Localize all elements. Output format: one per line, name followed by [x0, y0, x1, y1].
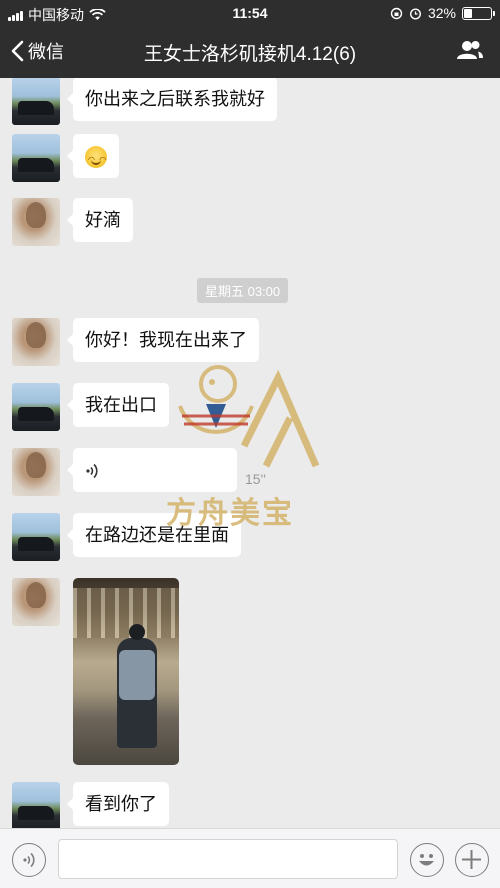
- avatar[interactable]: [12, 318, 60, 366]
- emoji-icon: [419, 854, 434, 866]
- message-row: 你好！我现在出来了: [12, 318, 259, 366]
- group-members-icon: [457, 41, 483, 59]
- message-bubble[interactable]: 好滴: [67, 198, 133, 242]
- smiley-emoji-icon: [85, 146, 107, 172]
- message-row: 你出来之后联系我就好: [12, 78, 277, 125]
- battery-percent: 32%: [427, 5, 456, 21]
- avatar[interactable]: [12, 448, 60, 496]
- avatar[interactable]: [12, 578, 60, 626]
- more-button[interactable]: [455, 843, 489, 877]
- chat-area[interactable]: 你出来之后联系我就好 好滴 星期五 03:00 你好！我现在出来了 我在出口 1…: [0, 78, 500, 828]
- message-row: 好滴: [12, 198, 133, 246]
- message-row: 看到你了: [12, 782, 169, 828]
- alarm-icon: [409, 7, 421, 20]
- emoji-button[interactable]: [410, 843, 444, 877]
- message-row: [12, 448, 237, 496]
- message-bubble[interactable]: 你出来之后联系我就好: [67, 78, 277, 121]
- avatar[interactable]: [12, 513, 60, 561]
- voice-mode-button[interactable]: [12, 843, 46, 877]
- image-message[interactable]: [73, 578, 179, 765]
- voice-wave-icon: [23, 852, 35, 868]
- avatar[interactable]: [12, 78, 60, 125]
- message-bubble[interactable]: 看到你了: [67, 782, 169, 826]
- orientation-lock-icon: [390, 7, 403, 19]
- time-divider: 星期五 03:00: [197, 278, 289, 303]
- nav-bar: 微信 王女士洛杉矶接机4.12(6): [0, 26, 500, 78]
- voice-duration: 15'': [245, 471, 266, 487]
- message-row: [12, 134, 119, 182]
- voice-wave-icon: [86, 464, 98, 479]
- message-row: 在路边还是在里面: [12, 513, 241, 561]
- watermark-logo: 方舟美宝: [166, 356, 326, 536]
- message-input[interactable]: [58, 839, 398, 879]
- voice-message-bubble[interactable]: [67, 448, 237, 492]
- avatar[interactable]: [12, 782, 60, 828]
- message-bubble[interactable]: 我在出口: [67, 383, 169, 427]
- input-bar: [0, 828, 500, 888]
- status-bar: 中国移动 11:54 32%: [0, 0, 500, 26]
- chat-title: 王女士洛杉矶接机4.12(6): [143, 44, 357, 65]
- battery-icon: [462, 6, 495, 20]
- plus-icon: [462, 850, 481, 869]
- message-bubble[interactable]: 你好！我现在出来了: [67, 318, 259, 362]
- avatar[interactable]: [12, 383, 60, 431]
- avatar[interactable]: [12, 198, 60, 246]
- message-bubble[interactable]: 在路边还是在里面: [67, 513, 241, 557]
- avatar[interactable]: [12, 134, 60, 182]
- message-bubble[interactable]: [67, 134, 119, 179]
- group-members-button[interactable]: [456, 39, 484, 66]
- message-row: [12, 578, 179, 765]
- message-row: 我在出口: [12, 383, 169, 431]
